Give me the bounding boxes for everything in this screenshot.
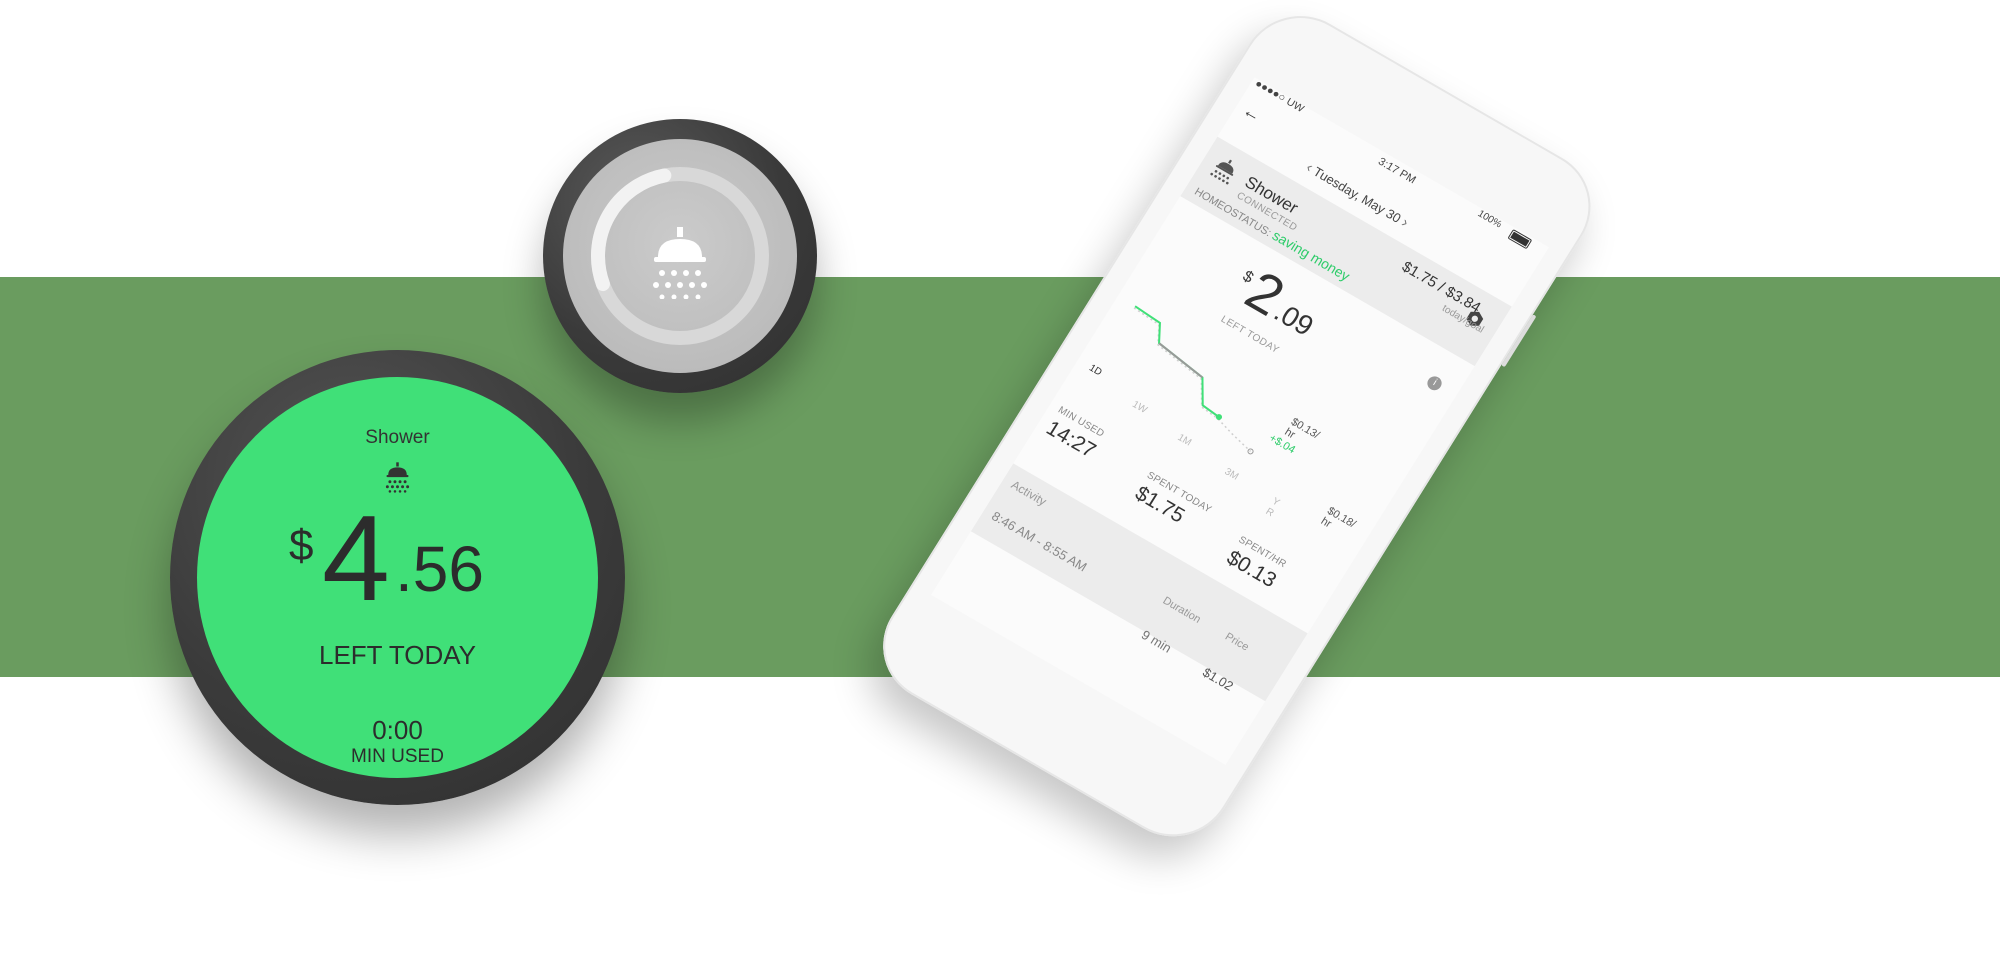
budget-dial[interactable]: Shower $ 4 .56 LEFT TODAY 0:00 MIN USED	[170, 350, 625, 805]
min-used-label: MIN USED	[351, 746, 444, 767]
currency-symbol: $	[289, 521, 314, 570]
range-tab-3m[interactable]: 3M	[1222, 466, 1240, 482]
shower-icon	[653, 227, 707, 299]
amount-integer: 4	[322, 490, 390, 626]
battery-icon	[1507, 228, 1533, 250]
shower-icon	[1210, 159, 1234, 185]
amount-decimal: .56	[395, 533, 484, 605]
shower-knob[interactable]	[543, 119, 817, 393]
dial-face: Shower $ 4 .56 LEFT TODAY 0:00 MIN USED	[197, 377, 598, 778]
left-today-label: LEFT TODAY	[318, 640, 476, 670]
chart-goal-line	[1133, 307, 1252, 452]
knob-face[interactable]	[563, 139, 797, 373]
dial-amount: $ 4 .56	[197, 497, 598, 619]
remaining-amount: $ 2 .09	[1221, 259, 1319, 342]
dial-title: Shower	[365, 427, 430, 448]
min-used-value: 0:00	[372, 715, 423, 745]
range-tab-1m[interactable]: 1M	[1175, 432, 1193, 448]
battery-percent: 100%	[1475, 208, 1504, 231]
status-time: 3:17 PM	[1375, 155, 1418, 187]
info-icon[interactable]: i	[1424, 373, 1445, 393]
device-card[interactable]: Shower CONNECTED	[1180, 136, 1512, 367]
shower-icon	[385, 462, 410, 493]
chevron-right-icon[interactable]: ›	[1398, 214, 1411, 231]
range-tab-r[interactable]: R	[1264, 506, 1276, 519]
range-tab-1w[interactable]: 1W	[1130, 399, 1149, 416]
back-arrow-icon[interactable]: ←	[1239, 100, 1265, 127]
chart-rate-label-end: $0.18/ hr	[1319, 505, 1358, 541]
